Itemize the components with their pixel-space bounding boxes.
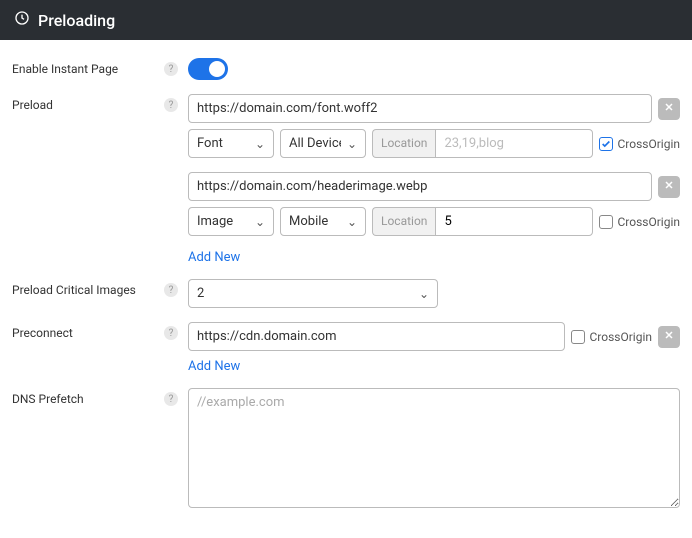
preload-url-input[interactable] [188, 94, 652, 123]
dns-prefetch-textarea[interactable] [188, 388, 680, 508]
preconnect-label: Preconnect [12, 326, 73, 340]
preload-device-select[interactable]: All Devices ⌄ [280, 129, 366, 158]
close-icon [663, 329, 675, 345]
checkbox-icon [571, 330, 585, 344]
add-preload-link[interactable]: Add New [188, 250, 240, 265]
row-preconnect: Preconnect ? CrossOrigin Add New [12, 322, 680, 374]
row-instant-page: Enable Instant Page ? [12, 58, 680, 80]
row-critical-images: Preload Critical Images ? 2 ⌄ [12, 279, 680, 308]
help-icon[interactable]: ? [164, 62, 178, 76]
chevron-down-icon: ⌄ [347, 215, 357, 229]
select-value: Mobile [289, 214, 328, 229]
location-label: Location [372, 207, 435, 236]
help-icon[interactable]: ? [164, 283, 178, 297]
crossorigin-checkbox[interactable]: CrossOrigin [599, 215, 680, 229]
critical-images-label: Preload Critical Images [12, 283, 136, 297]
chevron-down-icon: ⌄ [255, 215, 265, 229]
add-preconnect-link[interactable]: Add New [188, 359, 240, 374]
clock-icon [14, 10, 30, 30]
preload-type-select[interactable]: Image ⌄ [188, 207, 274, 236]
section-header: Preloading [0, 0, 692, 40]
chevron-down-icon: ⌄ [419, 287, 429, 301]
dns-prefetch-label: DNS Prefetch [12, 392, 84, 406]
remove-button[interactable] [658, 326, 680, 348]
select-value: 2 [197, 286, 204, 301]
crossorigin-label: CrossOrigin [617, 137, 680, 151]
preload-device-select[interactable]: Mobile ⌄ [280, 207, 366, 236]
checkbox-icon [599, 215, 613, 229]
preload-url-input[interactable] [188, 172, 652, 201]
select-value: All Devices [289, 136, 341, 151]
location-label: Location [372, 129, 435, 158]
remove-button[interactable] [658, 98, 680, 120]
crossorigin-checkbox[interactable]: CrossOrigin [599, 137, 680, 151]
select-value: Font [197, 136, 223, 151]
preconnect-url-input[interactable] [188, 322, 565, 351]
section-title: Preloading [38, 11, 115, 30]
chevron-down-icon: ⌄ [347, 137, 357, 151]
location-input[interactable] [435, 129, 593, 158]
remove-button[interactable] [658, 176, 680, 198]
help-icon[interactable]: ? [164, 392, 178, 406]
row-dns-prefetch: DNS Prefetch ? [12, 388, 680, 512]
chevron-down-icon: ⌄ [255, 137, 265, 151]
crossorigin-label: CrossOrigin [617, 215, 680, 229]
instant-page-toggle[interactable] [188, 58, 228, 80]
close-icon [663, 179, 675, 195]
close-icon [663, 101, 675, 117]
help-icon[interactable]: ? [164, 98, 178, 112]
checkbox-icon [599, 137, 613, 151]
row-preload: Preload ? Font ⌄ All Devices ⌄ [12, 94, 680, 265]
crossorigin-checkbox[interactable]: CrossOrigin [571, 330, 652, 344]
preload-type-select[interactable]: Font ⌄ [188, 129, 274, 158]
critical-images-select[interactable]: 2 ⌄ [188, 279, 438, 308]
select-value: Image [197, 214, 233, 229]
crossorigin-label: CrossOrigin [589, 330, 652, 344]
preload-label: Preload [12, 98, 53, 112]
help-icon[interactable]: ? [164, 326, 178, 340]
location-input[interactable] [435, 207, 593, 236]
instant-page-label: Enable Instant Page [12, 62, 118, 76]
